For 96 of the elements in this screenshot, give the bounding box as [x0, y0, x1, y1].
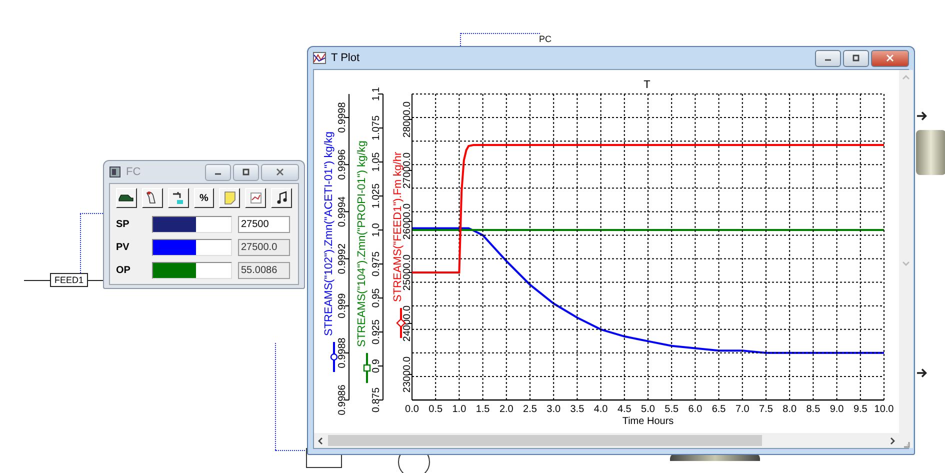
- y-tick-label: 28000.0: [402, 101, 413, 138]
- window-title: T Plot: [331, 52, 361, 64]
- legend-marker-icon: [363, 353, 371, 383]
- y-tick-label: 0.9: [371, 359, 382, 373]
- x-tick-label: 5.5: [664, 404, 679, 415]
- value-field[interactable]: 27500.0: [238, 238, 290, 256]
- chart-icon: [250, 192, 262, 204]
- x-tick-label: 0.0: [405, 404, 419, 415]
- x-tick-label: 3.5: [570, 404, 584, 415]
- toolbar-button[interactable]: [245, 188, 266, 208]
- y-tick-label: 0.999: [337, 293, 348, 318]
- chart-icon: [313, 52, 326, 64]
- x-tick-label: 4.5: [617, 404, 632, 415]
- y-tick-label: 1.075: [371, 115, 382, 141]
- x-tick-label: 1.0: [452, 404, 466, 415]
- y-tick-label: 0.9998: [337, 102, 348, 133]
- x-tick-label: 8.5: [806, 404, 820, 415]
- x-tick-label: 10.0: [874, 404, 894, 415]
- toolbar-button[interactable]: [116, 188, 137, 208]
- y-tick-label: 0.875: [371, 387, 382, 413]
- row-label: SP: [116, 218, 130, 230]
- y-tick-label: 0.9988: [337, 338, 348, 368]
- chevron-up-icon: [902, 74, 910, 82]
- y-tick-label: 24000.0: [402, 305, 413, 342]
- stream-label: FEED1: [50, 273, 88, 287]
- y-axis-title: STREAMS("104").Zmn("PROPI-01") kg/kg: [356, 140, 368, 347]
- y-tick-label: 27000.0: [402, 152, 413, 189]
- x-axis-title: Time Hours: [622, 416, 674, 427]
- faucet-icon: [171, 191, 186, 205]
- x-tick-label: 2.0: [499, 404, 514, 415]
- y-tick-label: 1.025: [371, 183, 382, 209]
- close-icon: [276, 168, 284, 176]
- stream-line: [24, 280, 50, 281]
- window-title: FC: [126, 166, 142, 178]
- x-tick-label: 7.5: [759, 404, 773, 415]
- music-note-icon: [276, 191, 288, 205]
- maximize-button[interactable]: [843, 50, 869, 66]
- y-tick-label: 1.0: [371, 223, 382, 237]
- chart-title: T: [644, 79, 650, 91]
- minimize-button[interactable]: [815, 50, 841, 66]
- toolbar-button[interactable]: [142, 188, 163, 208]
- chevron-right-icon: [888, 436, 896, 444]
- row-label: PV: [116, 242, 130, 252]
- toolbar-button[interactable]: [271, 188, 292, 208]
- close-icon: [886, 54, 894, 62]
- y-tick-label: 0.975: [371, 251, 382, 277]
- chevron-down-icon: [902, 258, 910, 266]
- y-tick-label: 1.05: [371, 152, 382, 172]
- x-tick-label: 9.5: [853, 404, 868, 415]
- y-tick-label: 0.9992: [337, 243, 348, 274]
- legend-marker-icon: [330, 342, 338, 372]
- percent-button[interactable]: %: [194, 188, 214, 208]
- y-axis-title: STREAMS("102").Zmn("ACETI-01") kg/kg: [323, 132, 335, 336]
- car-icon: [118, 193, 134, 203]
- y-tick-label: 0.9994: [337, 196, 348, 227]
- close-button[interactable]: [871, 50, 909, 66]
- value-field[interactable]: 27500: [238, 216, 290, 232]
- x-tick-label: 2.5: [523, 404, 537, 415]
- close-button[interactable]: [261, 164, 299, 180]
- resize-grip-icon: [902, 440, 910, 448]
- x-tick-label: 8.0: [782, 404, 797, 415]
- horizontal-scrollbar[interactable]: [314, 433, 899, 448]
- y-tick-label: 0.9996: [337, 149, 348, 180]
- x-tick-label: 1.5: [476, 404, 490, 415]
- chevron-left-icon: [317, 436, 325, 444]
- value-field[interactable]: 55.0086: [238, 262, 290, 278]
- x-tick-label: 7.0: [735, 404, 750, 415]
- toolbar-button[interactable]: [219, 188, 240, 208]
- arrow-right-icon: [916, 368, 928, 378]
- y-axis-title: STREAMS("FEED1").Fm kg/hr: [392, 152, 404, 302]
- stream-line: [88, 280, 103, 281]
- vessel-drawing: [916, 130, 945, 175]
- y-tick-label: 25000.0: [402, 254, 413, 291]
- y-tick-label: 23000.0: [402, 356, 413, 393]
- row-label: OP: [116, 264, 132, 276]
- x-tick-label: 5.0: [641, 404, 655, 415]
- toolbar-button[interactable]: [168, 188, 189, 208]
- y-tick-label: 0.95: [371, 288, 382, 308]
- x-tick-label: 6.0: [688, 404, 702, 415]
- y-tick-label: 0.925: [371, 319, 382, 345]
- scrollbar-thumb[interactable]: [328, 435, 762, 446]
- x-tick-label: 6.5: [712, 404, 726, 415]
- note-icon: [224, 191, 236, 205]
- maximize-icon: [242, 168, 250, 176]
- maximize-button[interactable]: [233, 164, 259, 180]
- y-tick-label: 1.1: [371, 87, 382, 101]
- maximize-icon: [852, 54, 860, 62]
- arrow-right-icon: [916, 111, 928, 121]
- y-tick-label: 26000.0: [402, 203, 413, 240]
- x-tick-label: 0.5: [428, 404, 443, 415]
- x-tick-label: 3.0: [546, 404, 561, 415]
- x-tick-label: 9.0: [830, 404, 844, 415]
- x-tick-label: 4.0: [594, 404, 608, 415]
- y-tick-label: 0.9986: [337, 384, 348, 416]
- window-icon: [109, 166, 121, 178]
- controller-tag: PC: [539, 34, 555, 45]
